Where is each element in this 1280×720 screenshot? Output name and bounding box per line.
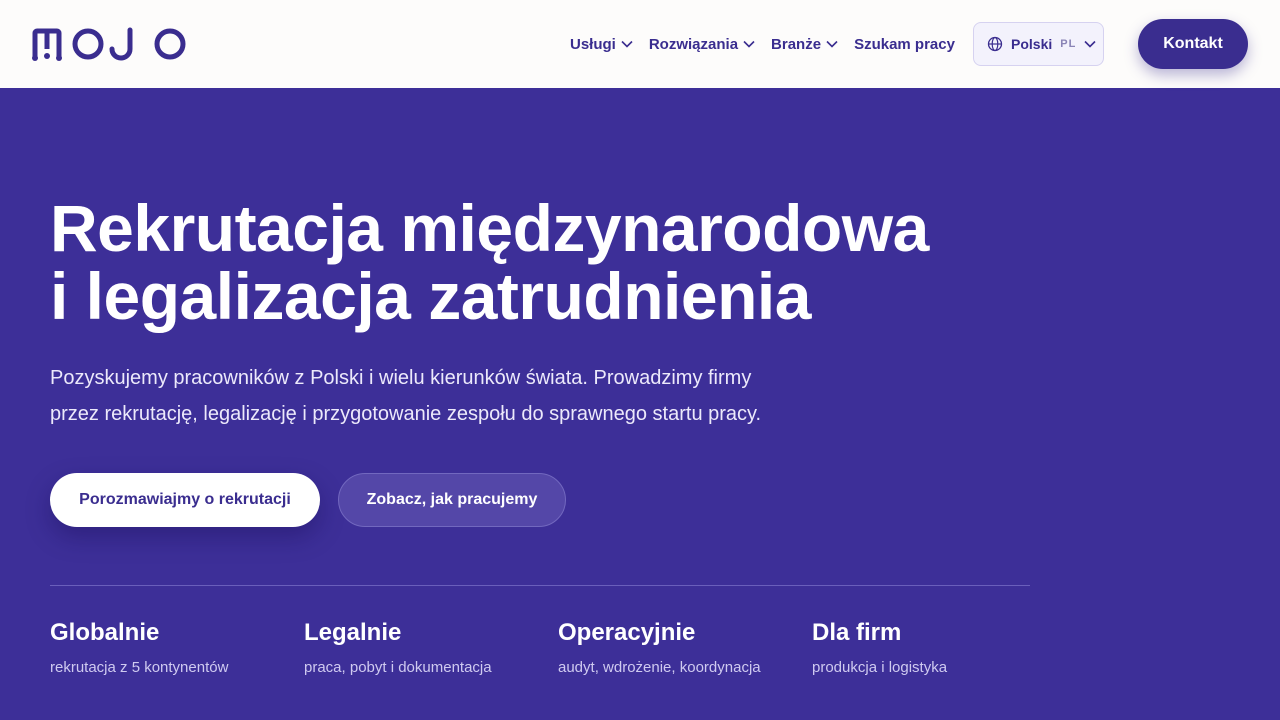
nav-item-label: Szukam pracy [854, 35, 955, 53]
nav-item-rozwiazania[interactable]: Rozwiązania [649, 36, 755, 53]
hero-subtitle-line-1: Pozyskujemy pracowników z Polski i wielu… [50, 367, 752, 389]
language-selector[interactable]: Polski PL [973, 22, 1104, 66]
feature-legalnie: Legalnie praca, pobyt i dokumentacja [304, 618, 544, 678]
talk-recruitment-button[interactable]: Porozmawiajmy o rekrutacji [50, 473, 320, 527]
mojo-logo[interactable] [32, 25, 188, 63]
chevron-down-icon [1084, 40, 1096, 48]
chevron-down-icon [621, 40, 633, 48]
main-nav: Usługi Rozwiązania Branże Szukam pracy [570, 0, 971, 88]
hero-subtitle-line-2: przez rekrutację, legalizację i przygoto… [50, 403, 762, 425]
nav-item-label: Usługi [570, 35, 616, 53]
feature-description: praca, pobyt i dokumentacja [304, 659, 492, 676]
feature-description: produkcja i logistyka [812, 659, 948, 676]
globe-icon [987, 36, 1003, 52]
hero-title-line-2: i legalizacja zatrudnienia [50, 259, 811, 333]
nav-item-label: Rozwiązania [648, 35, 739, 53]
feature-title: Operacyjnie [558, 619, 696, 646]
features-row: Globalnie rekrutacja z 5 kontynentów Leg… [50, 618, 1050, 698]
site-header: Usługi Rozwiązania Branże Szukam pracy P… [0, 0, 1280, 88]
language-name: Polski [1011, 36, 1053, 52]
section-divider [50, 585, 1030, 586]
feature-title: Legalnie [304, 619, 402, 646]
chevron-down-icon [743, 40, 755, 48]
nav-item-szukam-pracy[interactable]: Szukam pracy [854, 36, 955, 53]
feature-description: audyt, wdrożenie, koordynacja [558, 659, 761, 676]
contact-button[interactable]: Kontakt [1138, 19, 1248, 69]
language-code: PL [1060, 38, 1077, 50]
feature-operacyjnie: Operacyjnie audyt, wdrożenie, koordynacj… [558, 618, 798, 678]
feature-globalnie: Globalnie rekrutacja z 5 kontynentów [50, 618, 290, 678]
feature-title: Globalnie [50, 619, 160, 646]
feature-description: rekrutacja z 5 kontynentów [50, 659, 229, 676]
feature-dla-firm: Dla firm produkcja i logistyka [812, 618, 1052, 678]
nav-item-branze[interactable]: Branże [771, 36, 838, 53]
hero-title-line-1: Rekrutacja międzynarodowa [50, 191, 929, 265]
how-we-work-button[interactable]: Zobacz, jak pracujemy [338, 473, 566, 527]
hero-subtitle: Pozyskujemy pracowników z Polski i wielu… [50, 360, 850, 432]
feature-title: Dla firm [812, 619, 902, 646]
chevron-down-icon [826, 40, 838, 48]
nav-item-label: Branże [771, 35, 822, 53]
hero-title: Rekrutacja międzynarodowa i legalizacja … [50, 194, 1050, 330]
nav-item-uslugi[interactable]: Usługi [570, 36, 633, 53]
